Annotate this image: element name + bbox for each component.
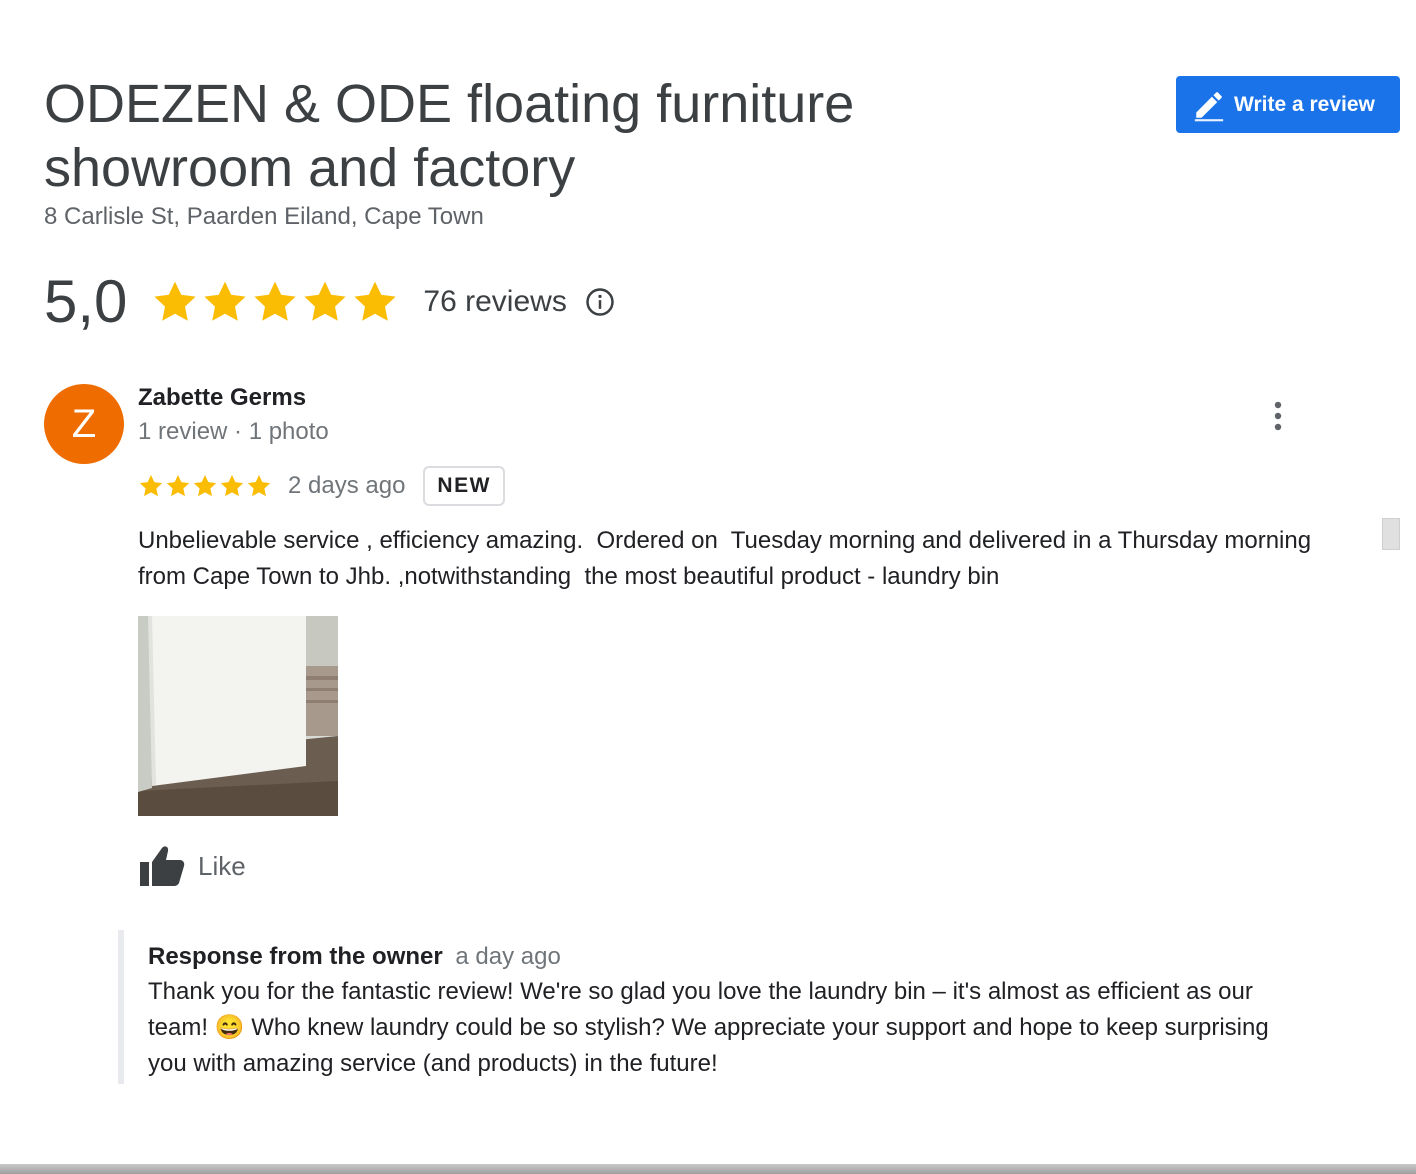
reviewer-meta: 1 review · 1 photo — [138, 418, 329, 445]
thumb-up-icon — [138, 844, 186, 888]
more-vert-icon[interactable] — [1262, 398, 1294, 434]
new-badge: NEW — [423, 466, 505, 506]
owner-response-text: Thank you for the fantastic review! We'r… — [148, 978, 1269, 1077]
info-icon[interactable] — [585, 287, 615, 317]
review-text: Unbelievable service , efficiency amazin… — [138, 527, 1318, 590]
write-review-button[interactable]: Write a review — [1176, 76, 1400, 133]
reviewer-avatar[interactable]: Z — [44, 384, 124, 464]
review-stars — [138, 473, 272, 499]
review-count-link[interactable]: 76 reviews — [423, 285, 566, 319]
place-address: 8 Carlisle St, Paarden Eiland, Cape Town — [44, 203, 484, 230]
reviewer-name[interactable]: Zabette Germs — [138, 384, 306, 412]
write-review-label: Write a review — [1234, 92, 1375, 116]
like-button[interactable]: Like — [138, 842, 246, 890]
like-label: Like — [198, 850, 246, 881]
pencil-icon — [1192, 88, 1226, 122]
owner-response-title: Response from the owner — [148, 943, 443, 970]
scrollbar-thumb[interactable] — [1382, 518, 1400, 550]
rating-stars — [151, 278, 399, 326]
star-icon — [193, 474, 217, 497]
average-rating: 5,0 — [44, 268, 128, 335]
star-icon — [247, 474, 271, 497]
owner-response: Response from the owner a day ago Thank … — [118, 930, 1308, 1084]
owner-response-time: a day ago — [455, 943, 561, 970]
review-time: 2 days ago — [288, 472, 406, 499]
star-icon — [154, 281, 197, 321]
place-title: ODEZEN & ODE floating furniture showroom… — [44, 74, 855, 198]
review-photo[interactable] — [138, 616, 338, 816]
rating-summary: 5,0 76 reviews — [44, 264, 615, 340]
star-icon — [354, 281, 397, 321]
star-icon — [220, 474, 244, 497]
star-icon — [254, 281, 297, 321]
owner-response-header: Response from the owner a day ago — [148, 940, 1308, 974]
star-icon — [166, 474, 190, 497]
star-icon — [304, 281, 347, 321]
window-bottom-edge — [0, 1164, 1416, 1174]
review-rating-row: 2 days ago NEW — [138, 464, 505, 508]
star-icon — [204, 281, 247, 321]
star-icon — [139, 474, 163, 497]
